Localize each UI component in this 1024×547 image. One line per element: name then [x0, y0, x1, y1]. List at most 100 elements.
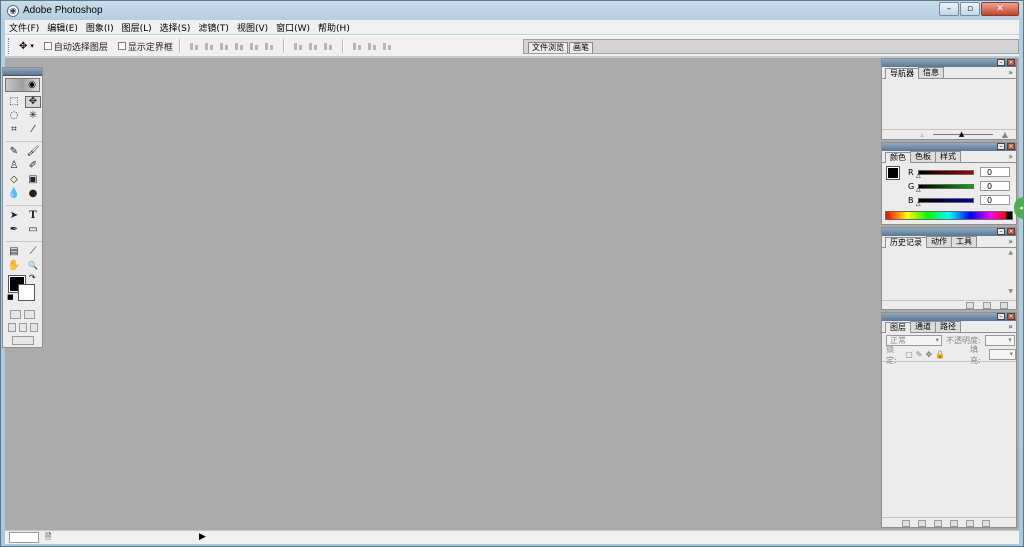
slider-thumb-icon[interactable]: △ — [916, 172, 921, 179]
green-value-input[interactable]: 0 — [980, 181, 1010, 191]
tab-tools[interactable]: 工具 — [951, 236, 977, 247]
align-bottom-icon[interactable] — [219, 42, 230, 51]
standard-mode-icon[interactable] — [10, 310, 21, 319]
distribute-left-icon[interactable] — [352, 42, 363, 51]
close-icon[interactable]: × — [1007, 313, 1015, 320]
palette-titlebar[interactable]: – × — [882, 228, 1016, 236]
distribute-right-icon[interactable] — [382, 42, 393, 51]
zoom-slider-thumb-icon[interactable]: ▲ — [959, 130, 964, 138]
slider-thumb-icon[interactable]: △ — [916, 200, 921, 207]
screen-mode-full-menu-icon[interactable] — [18, 323, 27, 332]
tab-channels[interactable]: 通道 — [910, 321, 936, 332]
zoom-field[interactable] — [9, 532, 39, 543]
crop-tool-icon[interactable]: ⌗ — [6, 124, 22, 136]
blue-value-input[interactable]: 0 — [980, 195, 1010, 205]
align-left-icon[interactable] — [234, 42, 245, 51]
fill-input[interactable] — [989, 349, 1016, 360]
tool-preset-picker[interactable]: ✥ ▾ — [19, 41, 34, 52]
close-icon[interactable]: × — [1007, 143, 1015, 150]
tab-styles[interactable]: 样式 — [935, 151, 961, 162]
palette-menu-icon[interactable]: » — [1008, 68, 1013, 77]
distribute-hcenter-icon[interactable] — [367, 42, 378, 51]
quick-mask-mode-icon[interactable] — [24, 310, 35, 319]
distribute-top-icon[interactable] — [293, 42, 304, 51]
auto-select-layer-checkbox[interactable]: 自动选择图层 — [43, 40, 108, 53]
default-colors-icon[interactable]: ■ — [7, 293, 14, 301]
path-selection-tool-icon[interactable]: ➤ — [6, 210, 22, 222]
slice-tool-icon[interactable]: ⁄ — [25, 124, 41, 136]
menu-select[interactable]: 选择(S) — [156, 21, 195, 34]
scroll-up-icon[interactable]: ▲ — [1008, 249, 1013, 256]
close-icon[interactable]: × — [1007, 228, 1015, 235]
palette-menu-icon[interactable]: » — [1008, 237, 1013, 246]
layer-mask-icon[interactable] — [918, 519, 926, 527]
tab-actions[interactable]: 动作 — [926, 236, 952, 247]
menu-edit[interactable]: 编辑(E) — [43, 21, 82, 34]
palette-menu-icon[interactable]: » — [1008, 322, 1013, 331]
menu-layer[interactable]: 图层(L) — [118, 21, 156, 34]
menu-window[interactable]: 窗口(W) — [272, 21, 314, 34]
magic-wand-tool-icon[interactable]: ✳ — [25, 110, 41, 122]
palette-titlebar[interactable]: – × — [882, 143, 1016, 151]
close-button[interactable]: ✕ — [981, 2, 1019, 16]
minimize-icon[interactable]: – — [997, 313, 1005, 320]
tab-brushes[interactable]: 画笔 — [569, 42, 593, 53]
shape-tool-icon[interactable]: ▭ — [25, 224, 41, 236]
menu-filter[interactable]: 滤镜(T) — [194, 21, 233, 34]
scroll-down-icon[interactable]: ▼ — [1008, 288, 1013, 295]
new-layer-icon[interactable] — [966, 519, 974, 527]
jump-to-imageready-icon[interactable] — [11, 336, 34, 345]
eyedropper-tool-icon[interactable]: ⟋ — [25, 246, 41, 258]
hand-tool-icon[interactable]: ✋ — [6, 260, 22, 272]
type-tool-icon[interactable]: T — [25, 210, 41, 222]
menu-file[interactable]: 文件(F) — [5, 21, 43, 34]
trash-icon[interactable] — [1000, 302, 1008, 309]
marquee-tool-icon[interactable]: ⬚ — [6, 96, 22, 108]
healing-brush-tool-icon[interactable]: ✎ — [6, 146, 22, 158]
workspace[interactable] — [5, 58, 1019, 530]
status-menu-arrow-icon[interactable]: ▶ — [199, 532, 206, 542]
color-spectrum-bar[interactable] — [885, 211, 1013, 220]
lock-all-icon[interactable]: 🔒 — [935, 350, 945, 359]
lasso-tool-icon[interactable]: ◌ — [6, 110, 22, 122]
menu-view[interactable]: 视图(V) — [233, 21, 272, 34]
notes-tool-icon[interactable]: ▤ — [6, 246, 22, 258]
move-tool-button[interactable]: ✥ — [25, 96, 41, 108]
opacity-input[interactable] — [984, 335, 1015, 346]
show-bounding-box-checkbox[interactable]: 显示定界框 — [117, 40, 173, 53]
zoom-slider[interactable]: ▲ — [932, 130, 993, 138]
screen-mode-standard-icon[interactable] — [7, 323, 16, 332]
trash-icon[interactable] — [982, 519, 990, 527]
lock-image-icon[interactable]: ✎ — [916, 350, 923, 359]
tab-navigator[interactable]: 导航器 — [885, 68, 919, 79]
tab-info[interactable]: 信息 — [918, 67, 944, 78]
tab-file-browser[interactable]: 文件浏览 — [528, 42, 568, 53]
screen-mode-full-icon[interactable] — [29, 323, 38, 332]
tab-paths[interactable]: 路径 — [935, 321, 961, 332]
zoom-out-icon[interactable]: ▵ — [920, 131, 924, 139]
stamp-tool-icon[interactable]: ♙ — [6, 160, 22, 172]
options-bar-grip[interactable] — [8, 38, 11, 54]
toolbox-titlebar[interactable] — [3, 68, 42, 76]
tab-history[interactable]: 历史记录 — [885, 237, 927, 248]
eraser-tool-icon[interactable]: ◇ — [6, 174, 22, 186]
red-slider[interactable]: △ — [916, 169, 974, 179]
new-document-from-state-icon[interactable] — [966, 302, 974, 309]
close-icon[interactable]: × — [1007, 59, 1015, 66]
red-value-input[interactable]: 0 — [980, 167, 1010, 177]
lock-transparency-icon[interactable]: ▢ — [905, 350, 913, 359]
gradient-tool-icon[interactable]: ▣ — [25, 174, 41, 186]
distribute-bottom-icon[interactable] — [323, 42, 334, 51]
layer-set-icon[interactable] — [934, 519, 942, 527]
distribute-center-icon[interactable] — [308, 42, 319, 51]
palette-titlebar[interactable]: – × — [882, 59, 1016, 67]
slider-thumb-icon[interactable]: △ — [916, 186, 921, 193]
tab-swatches[interactable]: 色板 — [910, 151, 936, 162]
menu-help[interactable]: 帮助(H) — [314, 21, 354, 34]
dodge-tool-icon[interactable]: ● — [25, 188, 41, 200]
restore-button[interactable]: ▫ — [960, 2, 980, 16]
tab-layers[interactable]: 图层 — [885, 322, 911, 333]
photoshop-eye-icon[interactable]: ◉ — [5, 78, 40, 92]
palette-titlebar[interactable]: – × — [882, 313, 1016, 321]
pen-tool-icon[interactable]: ✒ — [6, 224, 22, 236]
